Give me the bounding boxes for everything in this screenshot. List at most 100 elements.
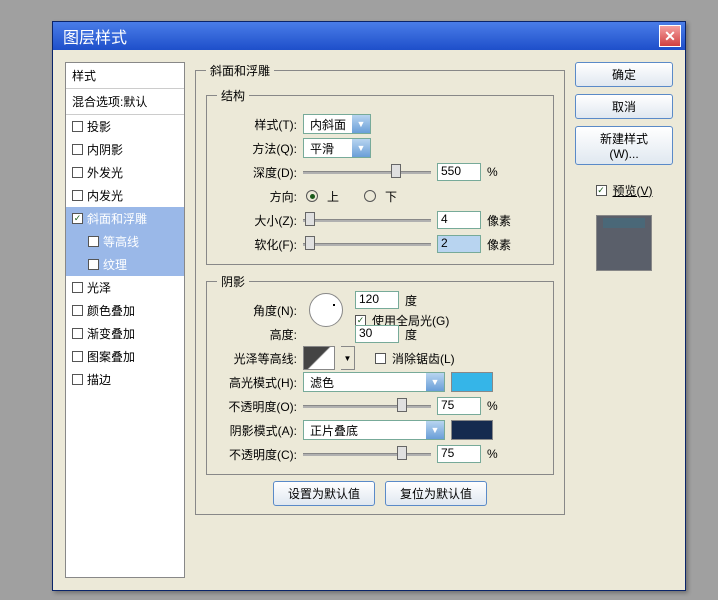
sidebar-item-4[interactable]: ✓ 斜面和浮雕 [66,207,184,230]
highlight-opacity-slider[interactable] [303,403,431,409]
contour-dropdown[interactable]: ▼ [341,346,355,370]
contour-picker[interactable] [303,346,335,370]
sidebar-item-label: 光泽 [87,279,111,296]
sidebar-item-label: 等高线 [103,233,139,250]
method-select[interactable]: 平滑 ▼ [303,138,371,158]
unit-px: 像素 [487,212,511,229]
sidebar-item-11[interactable]: 描边 [66,368,184,391]
sidebar-item-label: 斜面和浮雕 [87,210,147,227]
contour-label: 光泽等高线: [217,350,297,367]
effect-checkbox[interactable]: ✓ [72,213,83,224]
sidebar-item-label: 描边 [87,371,111,388]
unit-px: 像素 [487,236,511,253]
preview-label: 预览(V) [613,182,653,199]
size-slider[interactable] [303,217,431,223]
antialias-checkbox[interactable] [375,353,386,364]
sidebar-header[interactable]: 样式 [66,63,184,89]
shadow-mode-select[interactable]: 正片叠底 ▼ [303,420,445,440]
method-label: 方法(Q): [217,140,297,157]
depth-slider[interactable] [303,169,431,175]
sidebar-item-3[interactable]: 内发光 [66,184,184,207]
size-label: 大小(Z): [217,212,297,229]
style-select[interactable]: 内斜面 ▼ [303,114,371,134]
soften-input[interactable]: 2 [437,235,481,253]
down-label: 下 [385,188,397,205]
reset-default-button[interactable]: 复位为默认值 [385,481,487,506]
effect-checkbox[interactable] [72,305,83,316]
unit-percent: % [487,447,498,461]
sidebar-item-10[interactable]: 图案叠加 [66,345,184,368]
chevron-down-icon: ▼ [426,421,444,439]
highlight-opacity-input[interactable]: 75 [437,397,481,415]
effect-checkbox[interactable] [88,259,99,270]
sidebar-item-9[interactable]: 渐变叠加 [66,322,184,345]
sidebar-item-8[interactable]: 颜色叠加 [66,299,184,322]
direction-down-radio[interactable] [364,190,376,202]
shadow-opacity-input[interactable]: 75 [437,445,481,463]
action-column: 确定 取消 新建样式(W)... ✓ 预览(V) [575,62,673,578]
sidebar-item-1[interactable]: 内阴影 [66,138,184,161]
styles-sidebar: 样式 混合选项:默认 投影内阴影外发光内发光 ✓ 斜面和浮雕等高线纹理光泽颜色叠加渐… [65,62,185,578]
depth-input[interactable]: 550 [437,163,481,181]
angle-dial[interactable] [309,293,343,327]
angle-label: 角度(N): [217,302,297,319]
layer-style-dialog: 图层样式 ✕ 样式 混合选项:默认 投影内阴影外发光内发光 ✓ 斜面和浮雕等高线纹理… [52,21,686,591]
close-button[interactable]: ✕ [659,25,681,47]
effect-checkbox[interactable] [72,167,83,178]
depth-label: 深度(D): [217,164,297,181]
sidebar-item-label: 内发光 [87,187,123,204]
preview-checkbox[interactable]: ✓ [596,185,607,196]
highlight-opacity-label: 不透明度(O): [217,398,297,415]
cancel-button[interactable]: 取消 [575,94,673,119]
effect-checkbox[interactable] [72,144,83,155]
sidebar-item-5[interactable]: 等高线 [66,230,184,253]
angle-input[interactable]: 120 [355,291,399,309]
effect-checkbox[interactable] [72,282,83,293]
effect-checkbox[interactable] [72,328,83,339]
sidebar-blending[interactable]: 混合选项:默认 [66,89,184,115]
shadow-mode-label: 阴影模式(A): [217,422,297,439]
ok-button[interactable]: 确定 [575,62,673,87]
preview-swatch [596,215,652,271]
effect-checkbox[interactable] [72,121,83,132]
sidebar-item-label: 内阴影 [87,141,123,158]
effect-checkbox[interactable] [72,190,83,201]
sidebar-item-label: 投影 [87,118,111,135]
structure-legend: 结构 [217,87,249,104]
sidebar-item-7[interactable]: 光泽 [66,276,184,299]
effect-checkbox[interactable] [88,236,99,247]
effect-checkbox[interactable] [72,374,83,385]
new-style-button[interactable]: 新建样式(W)... [575,126,673,165]
altitude-input[interactable]: 30 [355,325,399,343]
unit-percent: % [487,165,498,179]
style-label: 样式(T): [217,116,297,133]
chevron-down-icon: ▼ [426,373,444,391]
unit-deg: 度 [405,292,417,309]
highlight-color-swatch[interactable] [451,372,493,392]
global-light-checkbox[interactable]: ✓ [355,315,366,326]
altitude-label: 高度: [217,326,297,343]
effect-checkbox[interactable] [72,351,83,362]
shading-group: 阴影 角度(N): 120 度 ✓ 使用全局光(G) [206,273,554,475]
unit-percent: % [487,399,498,413]
up-label: 上 [327,188,339,205]
highlight-mode-label: 高光模式(H): [217,374,297,391]
highlight-mode-select[interactable]: 滤色 ▼ [303,372,445,392]
shadow-opacity-slider[interactable] [303,451,431,457]
direction-label: 方向: [217,188,297,205]
sidebar-item-2[interactable]: 外发光 [66,161,184,184]
bevel-emboss-group: 斜面和浮雕 结构 样式(T): 内斜面 ▼ 方法(Q): 平滑 [195,62,565,515]
size-input[interactable]: 4 [437,211,481,229]
shadow-color-swatch[interactable] [451,420,493,440]
chevron-down-icon: ▼ [352,139,370,157]
soften-label: 软化(F): [217,236,297,253]
sidebar-item-label: 外发光 [87,164,123,181]
sidebar-item-0[interactable]: 投影 [66,115,184,138]
direction-up-radio[interactable] [306,190,318,202]
set-default-button[interactable]: 设置为默认值 [273,481,375,506]
soften-slider[interactable] [303,241,431,247]
shadow-opacity-label: 不透明度(C): [217,446,297,463]
dialog-title: 图层样式 [57,24,659,48]
sidebar-item-6[interactable]: 纹理 [66,253,184,276]
sidebar-item-label: 纹理 [103,256,127,273]
